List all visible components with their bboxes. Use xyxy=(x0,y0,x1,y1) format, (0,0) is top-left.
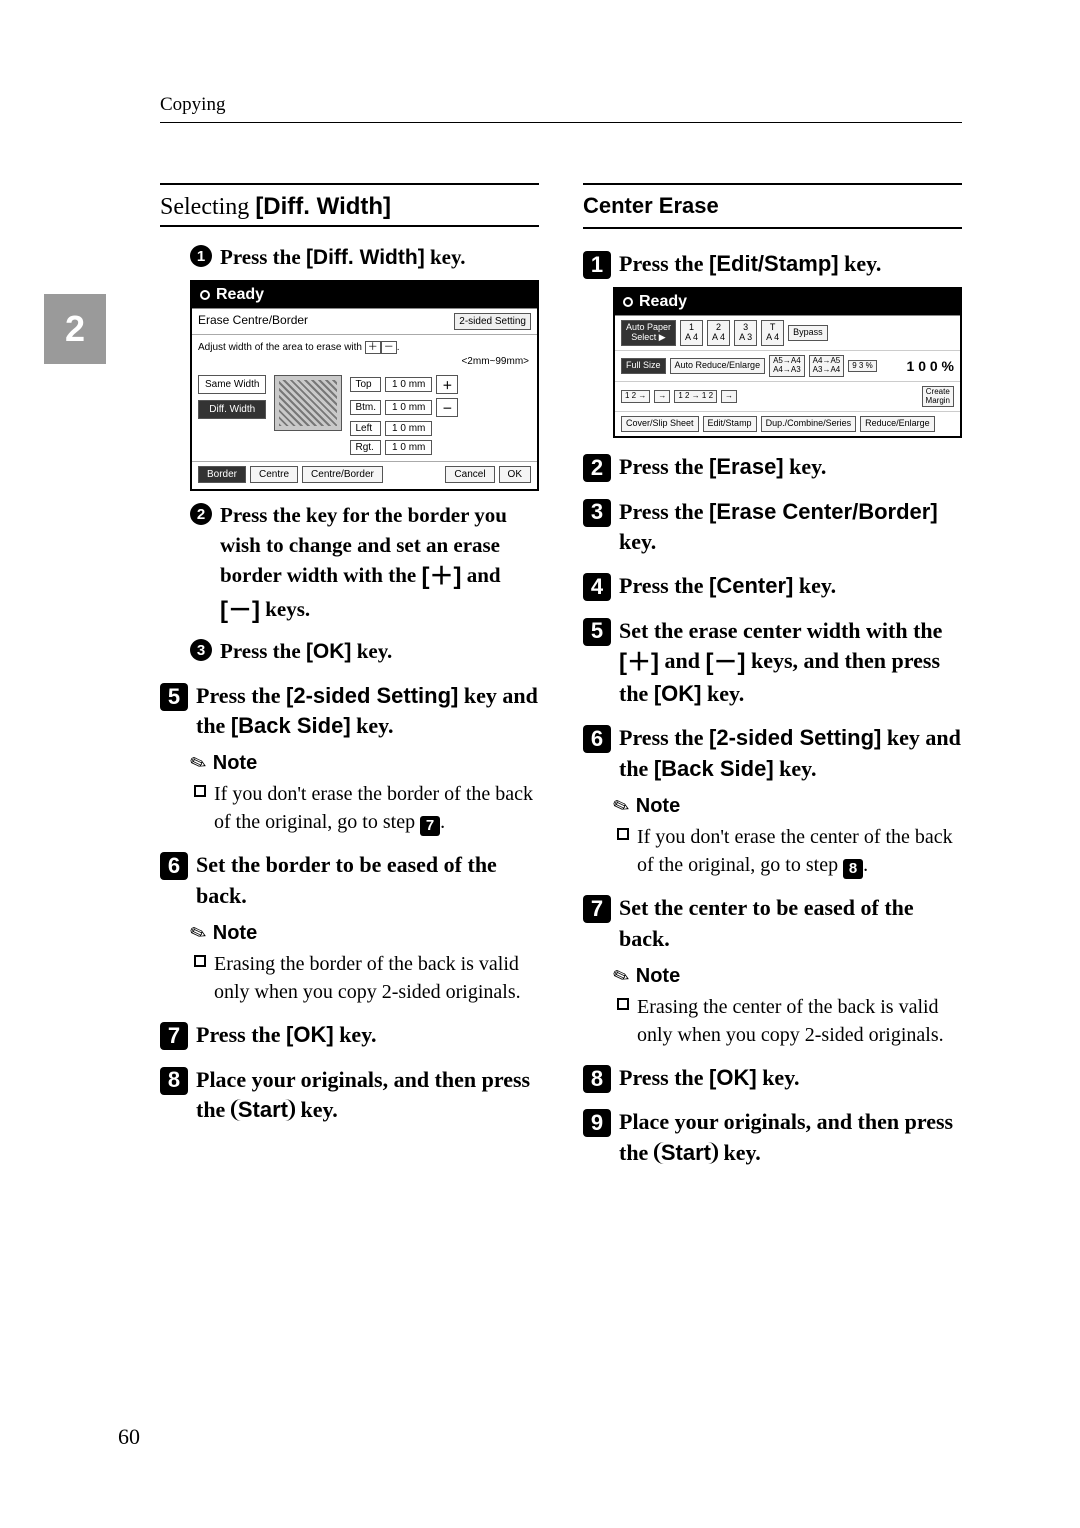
cancel-button[interactable]: Cancel xyxy=(445,466,494,483)
note-head-6: ✎Note xyxy=(190,921,539,946)
ratio-preset-2[interactable]: A4→A5 A3→A4 xyxy=(809,355,845,377)
ratio-93[interactable]: 9 3 % xyxy=(848,360,876,373)
r-note-6-bullet: If you don't erase the center of the bac… xyxy=(617,823,962,879)
start-key-icon: Start xyxy=(654,1142,718,1164)
square-bullet-icon xyxy=(194,955,206,967)
badge-3-icon: 3 xyxy=(190,639,212,661)
tray-2-button[interactable]: 2A 4 xyxy=(707,320,730,346)
plus-button[interactable]: ＋ xyxy=(436,375,458,394)
create-margin-button[interactable]: Create Margin xyxy=(922,386,954,408)
right-column: Center Erase 1 Press the [Edit/Stamp] ke… xyxy=(583,183,962,1176)
same-width-button[interactable]: Same Width xyxy=(198,375,266,394)
step-8: 8 Place your originals, and then press t… xyxy=(160,1065,539,1126)
centre-tab[interactable]: Centre xyxy=(250,466,298,483)
tray-1-button[interactable]: 1A 4 xyxy=(680,320,703,346)
substep-2: 2 Press the key for the border you wish … xyxy=(190,501,539,627)
step-7: 7 Press the [OK] key. xyxy=(160,1020,539,1050)
pencil-icon: ✎ xyxy=(609,792,633,821)
left-column: Selecting [Diff. Width] 1 Press the [Dif… xyxy=(160,183,539,1176)
erase-preview-icon xyxy=(274,375,342,431)
page: Copying Selecting [Diff. Width] 1 Press … xyxy=(0,0,1080,1176)
border-tab[interactable]: Border xyxy=(198,466,246,483)
r-step-3: 3 Press the [Erase Center/Border] key. xyxy=(583,497,962,558)
section-title-center-erase: Center Erase xyxy=(583,193,962,219)
running-head: Copying xyxy=(160,94,962,123)
r-step-8: 8 Press the [OK] key. xyxy=(583,1063,962,1093)
r-step-9: 9 Place your originals, and then press t… xyxy=(583,1107,962,1168)
left-value: 1 0 mm xyxy=(385,421,432,436)
range-label: <2mm~99mm> xyxy=(192,356,537,369)
substep-3: 3 Press the [OK] key. xyxy=(190,637,539,666)
ready-panel: Ready Auto Paper Select ▶ 1A 4 2A 4 3A 3… xyxy=(613,287,962,438)
r-step-2: 2 Press the [Erase] key. xyxy=(583,452,962,482)
top-label[interactable]: Top xyxy=(350,377,381,392)
tray-t-button[interactable]: TA 4 xyxy=(761,320,784,346)
duplex-icon-2[interactable]: → xyxy=(654,390,670,403)
page-number: 60 xyxy=(118,1424,140,1450)
badge-2-icon: 2 xyxy=(190,503,212,525)
cover-slip-sheet-button[interactable]: Cover/Slip Sheet xyxy=(621,416,699,432)
top-value: 1 0 mm xyxy=(385,377,432,392)
adjust-hint: Adjust width of the area to erase with ＋… xyxy=(192,335,537,356)
note-head: ✎Note xyxy=(190,751,539,776)
square-bullet-icon xyxy=(617,998,629,1010)
step-8-badge: 8 xyxy=(160,1067,188,1095)
auto-paper-select-button[interactable]: Auto Paper Select ▶ xyxy=(621,320,676,346)
duplex-icon-1[interactable]: 1 2 → xyxy=(621,390,650,403)
step-5: 5 Press the [2-sided Setting] key and th… xyxy=(160,681,539,742)
duplex-icon-3[interactable]: 1 2 → 1 2 xyxy=(674,390,717,403)
section-title-diff-width: Selecting [Diff. Width] xyxy=(160,193,539,221)
step-6: 6 Set the border to be eased of the back… xyxy=(160,850,539,911)
centre-border-tab[interactable]: Centre/Border xyxy=(302,466,383,483)
left-label[interactable]: Left xyxy=(350,421,381,436)
auto-reduce-enlarge-button[interactable]: Auto Reduce/Enlarge xyxy=(670,358,766,374)
bypass-button[interactable]: Bypass xyxy=(788,325,828,341)
ok-button[interactable]: OK xyxy=(499,466,531,483)
ratio-display: 1 0 0 % xyxy=(907,358,954,374)
r-step-7: 7 Set the center to be eased of the back… xyxy=(583,893,962,954)
full-size-button[interactable]: Full Size xyxy=(621,358,666,374)
square-bullet-icon xyxy=(194,785,206,797)
pencil-icon: ✎ xyxy=(609,962,633,991)
note-5-bullet: If you don't erase the border of the bac… xyxy=(194,780,539,836)
r-note-head-6: ✎Note xyxy=(613,794,962,819)
badge-1-icon: 1 xyxy=(190,245,212,267)
dup-combine-series-button[interactable]: Dup./Combine/Series xyxy=(761,416,857,432)
pencil-icon: ✎ xyxy=(186,749,210,778)
chapter-tab: 2 xyxy=(44,294,106,364)
r-step-1: 1 Press the [Edit/Stamp] key. xyxy=(583,249,962,279)
r-step-5: 5 Set the erase center width with the [＋… xyxy=(583,616,962,710)
pencil-icon: ✎ xyxy=(186,919,210,948)
r-note-7-bullet: Erasing the center of the back is valid … xyxy=(617,993,962,1049)
start-key-icon: Start xyxy=(231,1099,295,1121)
btm-value: 1 0 mm xyxy=(385,400,432,415)
r-note-head-7: ✎Note xyxy=(613,964,962,989)
tray-3-button[interactable]: 3A 3 xyxy=(734,320,757,346)
step-1-badge: 1 xyxy=(583,251,611,279)
substep-1: 1 Press the [Diff. Width] key. xyxy=(190,243,539,272)
note-6-bullet: Erasing the border of the back is valid … xyxy=(194,950,539,1006)
reduce-enlarge-button[interactable]: Reduce/Enlarge xyxy=(860,416,935,432)
diff-width-button[interactable]: Diff. Width xyxy=(198,400,266,419)
two-sided-setting-button[interactable]: 2-sided Setting xyxy=(454,313,531,330)
panel-heading: Erase Centre/Border xyxy=(198,313,308,330)
step-7-badge: 7 xyxy=(160,1022,188,1050)
rgt-label[interactable]: Rgt. xyxy=(350,440,381,455)
r-step-6: 6 Press the [2-sided Setting] key and th… xyxy=(583,723,962,784)
step-6-badge: 6 xyxy=(160,852,188,880)
edit-stamp-button[interactable]: Edit/Stamp xyxy=(703,416,757,432)
rgt-value: 1 0 mm xyxy=(385,440,432,455)
btm-label[interactable]: Btm. xyxy=(350,400,381,415)
duplex-icon-4[interactable]: → xyxy=(721,390,737,403)
square-bullet-icon xyxy=(617,828,629,840)
ratio-preset-1[interactable]: A5→A4 A4→A3 xyxy=(769,355,805,377)
erase-centre-border-panel: Ready Erase Centre/Border 2-sided Settin… xyxy=(190,280,539,491)
step-ref-7-icon: 7 xyxy=(420,816,440,836)
r-step-4: 4 Press the [Center] key. xyxy=(583,571,962,601)
minus-button[interactable]: － xyxy=(436,398,458,417)
step-5-badge: 5 xyxy=(160,683,188,711)
step-ref-8-icon: 8 xyxy=(843,859,863,879)
